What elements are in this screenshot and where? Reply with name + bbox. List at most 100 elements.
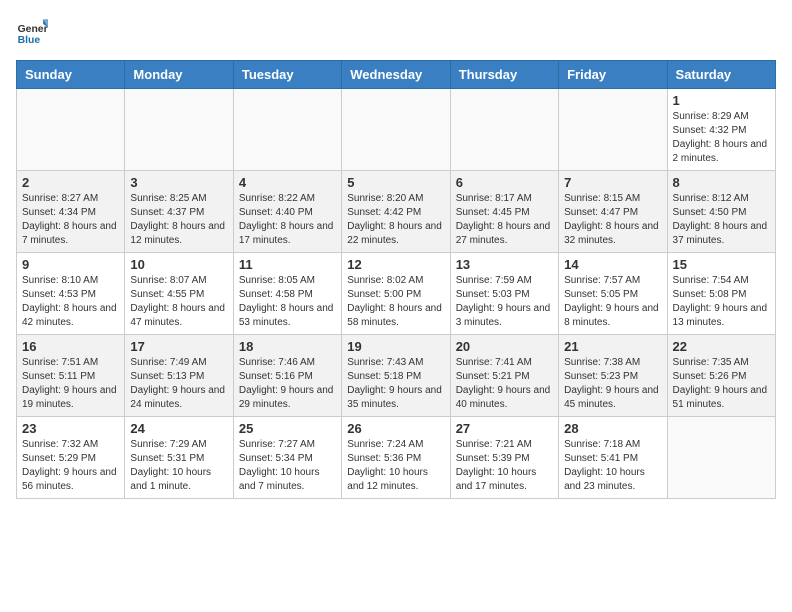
week-row-4: 16 Sunrise: 7:51 AM Sunset: 5:11 PM Dayli… — [17, 335, 776, 417]
day-cell — [125, 89, 233, 171]
day-cell: 21Sunrise: 7:38 AM Sunset: 5:23 PM Dayli… — [559, 335, 667, 417]
day-info: Sunrise: 7:27 AM Sunset: 5:34 PM Dayligh… — [239, 438, 336, 494]
day-info: Sunrise: 7:41 AM Sunset: 5:21 PM Dayligh… — [456, 356, 553, 412]
day-info: Sunrise: 8:02 AM Sunset: 5:00 PM Dayligh… — [347, 274, 444, 330]
day-info: Sunrise: 8:05 AM Sunset: 4:58 PM Dayligh… — [239, 274, 336, 330]
day-number: 11 — [239, 257, 336, 272]
day-cell: 6 Sunrise: 8:17 AM Sunset: 4:45 PM Daylig… — [450, 171, 558, 253]
day-info: Sunrise: 7:29 AM Sunset: 5:31 PM Dayligh… — [130, 438, 227, 494]
day-number: 7 — [564, 175, 661, 190]
svg-text:General: General — [18, 24, 48, 35]
day-cell: 10Sunrise: 8:07 AM Sunset: 4:55 PM Dayli… — [125, 253, 233, 335]
day-number: 13 — [456, 257, 553, 272]
day-cell: 18 Sunrise: 7:46 AM Sunset: 5:16 PM Dayli… — [233, 335, 341, 417]
weekday-header-monday: Monday — [125, 61, 233, 89]
day-cell — [450, 89, 558, 171]
day-cell: 22 Sunrise: 7:35 AM Sunset: 5:26 PM Dayli… — [667, 335, 775, 417]
day-cell: 28 Sunrise: 7:18 AM Sunset: 5:41 PM Dayli… — [559, 417, 667, 499]
day-number: 26 — [347, 421, 444, 436]
day-cell: 23 Sunrise: 7:32 AM Sunset: 5:29 PM Dayli… — [17, 417, 125, 499]
day-number: 3 — [130, 175, 227, 190]
logo-icon: General Blue — [16, 16, 48, 48]
day-info: Sunrise: 7:43 AM Sunset: 5:18 PM Dayligh… — [347, 356, 444, 412]
day-number: 1 — [673, 93, 770, 108]
day-info: Sunrise: 7:51 AM Sunset: 5:11 PM Dayligh… — [22, 356, 119, 412]
day-number: 8 — [673, 175, 770, 190]
day-number: 14 — [564, 257, 661, 272]
day-cell: 2 Sunrise: 8:27 AM Sunset: 4:34 PM Daylig… — [17, 171, 125, 253]
week-row-3: 9 Sunrise: 8:10 AM Sunset: 4:53 PM Daylig… — [17, 253, 776, 335]
day-cell: 26 Sunrise: 7:24 AM Sunset: 5:36 PM Dayli… — [342, 417, 450, 499]
day-number: 12 — [347, 257, 444, 272]
day-number: 27 — [456, 421, 553, 436]
day-number: 5 — [347, 175, 444, 190]
day-number: 18 — [239, 339, 336, 354]
week-row-2: 2 Sunrise: 8:27 AM Sunset: 4:34 PM Daylig… — [17, 171, 776, 253]
day-cell — [559, 89, 667, 171]
day-cell: 5Sunrise: 8:20 AM Sunset: 4:42 PM Daylig… — [342, 171, 450, 253]
weekday-header-sunday: Sunday — [17, 61, 125, 89]
weekday-header-friday: Friday — [559, 61, 667, 89]
day-info: Sunrise: 7:49 AM Sunset: 5:13 PM Dayligh… — [130, 356, 227, 412]
day-cell: 3 Sunrise: 8:25 AM Sunset: 4:37 PM Daylig… — [125, 171, 233, 253]
day-cell: 15 Sunrise: 7:54 AM Sunset: 5:08 PM Dayli… — [667, 253, 775, 335]
day-cell: 20 Sunrise: 7:41 AM Sunset: 5:21 PM Dayli… — [450, 335, 558, 417]
day-number: 15 — [673, 257, 770, 272]
weekday-header-row: SundayMondayTuesdayWednesdayThursdayFrid… — [17, 61, 776, 89]
day-number: 22 — [673, 339, 770, 354]
svg-text:Blue: Blue — [18, 35, 41, 46]
day-number: 21 — [564, 339, 661, 354]
day-cell: 13Sunrise: 7:59 AM Sunset: 5:03 PM Dayli… — [450, 253, 558, 335]
weekday-header-saturday: Saturday — [667, 61, 775, 89]
day-number: 4 — [239, 175, 336, 190]
day-cell: 17 Sunrise: 7:49 AM Sunset: 5:13 PM Dayli… — [125, 335, 233, 417]
day-info: Sunrise: 8:27 AM Sunset: 4:34 PM Dayligh… — [22, 192, 119, 248]
day-info: Sunrise: 7:32 AM Sunset: 5:29 PM Dayligh… — [22, 438, 119, 494]
day-number: 28 — [564, 421, 661, 436]
day-info: Sunrise: 8:12 AM Sunset: 4:50 PM Dayligh… — [673, 192, 770, 248]
day-number: 25 — [239, 421, 336, 436]
day-info: Sunrise: 8:07 AM Sunset: 4:55 PM Dayligh… — [130, 274, 227, 330]
logo: General Blue — [16, 16, 48, 48]
day-info: Sunrise: 8:22 AM Sunset: 4:40 PM Dayligh… — [239, 192, 336, 248]
day-number: 16 — [22, 339, 119, 354]
day-cell: 4 Sunrise: 8:22 AM Sunset: 4:40 PM Daylig… — [233, 171, 341, 253]
day-info: Sunrise: 8:25 AM Sunset: 4:37 PM Dayligh… — [130, 192, 227, 248]
day-info: Sunrise: 8:15 AM Sunset: 4:47 PM Dayligh… — [564, 192, 661, 248]
day-number: 2 — [22, 175, 119, 190]
weekday-header-wednesday: Wednesday — [342, 61, 450, 89]
day-cell: 11 Sunrise: 8:05 AM Sunset: 4:58 PM Dayli… — [233, 253, 341, 335]
day-cell: 14Sunrise: 7:57 AM Sunset: 5:05 PM Dayli… — [559, 253, 667, 335]
day-info: Sunrise: 8:10 AM Sunset: 4:53 PM Dayligh… — [22, 274, 119, 330]
day-info: Sunrise: 8:17 AM Sunset: 4:45 PM Dayligh… — [456, 192, 553, 248]
header: General Blue — [16, 16, 776, 48]
day-info: Sunrise: 7:46 AM Sunset: 5:16 PM Dayligh… — [239, 356, 336, 412]
day-info: Sunrise: 7:54 AM Sunset: 5:08 PM Dayligh… — [673, 274, 770, 330]
day-cell: 16 Sunrise: 7:51 AM Sunset: 5:11 PM Dayli… — [17, 335, 125, 417]
day-cell: 24 Sunrise: 7:29 AM Sunset: 5:31 PM Dayli… — [125, 417, 233, 499]
day-number: 19 — [347, 339, 444, 354]
week-row-5: 23 Sunrise: 7:32 AM Sunset: 5:29 PM Dayli… — [17, 417, 776, 499]
day-number: 6 — [456, 175, 553, 190]
day-number: 24 — [130, 421, 227, 436]
day-cell: 12 Sunrise: 8:02 AM Sunset: 5:00 PM Dayli… — [342, 253, 450, 335]
day-info: Sunrise: 7:35 AM Sunset: 5:26 PM Dayligh… — [673, 356, 770, 412]
day-cell — [342, 89, 450, 171]
day-info: Sunrise: 7:18 AM Sunset: 5:41 PM Dayligh… — [564, 438, 661, 494]
day-cell: 1 Sunrise: 8:29 AM Sunset: 4:32 PM Daylig… — [667, 89, 775, 171]
day-info: Sunrise: 8:29 AM Sunset: 4:32 PM Dayligh… — [673, 110, 770, 166]
weekday-header-thursday: Thursday — [450, 61, 558, 89]
day-number: 17 — [130, 339, 227, 354]
day-cell — [667, 417, 775, 499]
day-number: 20 — [456, 339, 553, 354]
day-number: 9 — [22, 257, 119, 272]
week-row-1: 1 Sunrise: 8:29 AM Sunset: 4:32 PM Daylig… — [17, 89, 776, 171]
day-cell: 8 Sunrise: 8:12 AM Sunset: 4:50 PM Daylig… — [667, 171, 775, 253]
day-cell: 25 Sunrise: 7:27 AM Sunset: 5:34 PM Dayli… — [233, 417, 341, 499]
day-info: Sunrise: 7:24 AM Sunset: 5:36 PM Dayligh… — [347, 438, 444, 494]
day-cell — [17, 89, 125, 171]
day-cell: 27Sunrise: 7:21 AM Sunset: 5:39 PM Dayli… — [450, 417, 558, 499]
day-cell: 7 Sunrise: 8:15 AM Sunset: 4:47 PM Daylig… — [559, 171, 667, 253]
day-cell — [233, 89, 341, 171]
day-number: 23 — [22, 421, 119, 436]
